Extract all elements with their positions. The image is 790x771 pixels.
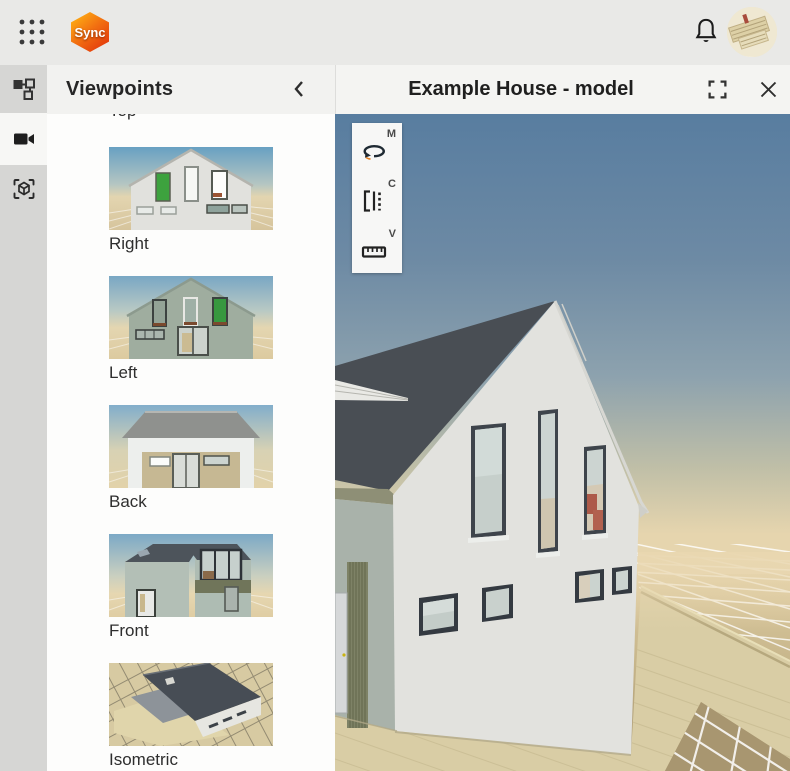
user-avatar[interactable] <box>727 7 777 57</box>
orbit-shortcut-key: M <box>387 128 396 140</box>
app-window: Sync <box>0 0 790 771</box>
viewpoint-item-left[interactable]: Left <box>109 276 273 383</box>
cube-3d-icon <box>12 177 36 201</box>
viewpoint-label: Isometric <box>109 750 273 770</box>
viewpoint-label: Left <box>109 363 273 383</box>
viewpoints-list: Top <box>47 114 335 771</box>
viewpoint-item-front[interactable]: Front <box>109 534 273 641</box>
orbit-icon <box>361 139 387 163</box>
notifications-button[interactable] <box>691 17 721 49</box>
viewpoint-label: Right <box>109 234 273 254</box>
viewpoint-thumbnail-isometric <box>109 663 273 746</box>
sidebar-item-viewpoints[interactable] <box>0 113 47 165</box>
viewer-toolbar: M C V <box>352 123 402 273</box>
measure-shortcut-key: V <box>389 228 396 240</box>
viewpoint-item-top[interactable]: Top <box>109 114 273 121</box>
measure-tool-button[interactable]: V <box>352 223 402 273</box>
viewport-3d-scene[interactable] <box>335 114 790 771</box>
fullscreen-icon <box>707 79 728 100</box>
viewpoint-item-isometric[interactable]: Isometric <box>109 663 273 770</box>
close-viewer-button[interactable] <box>757 79 779 101</box>
viewpoints-title: Viewpoints <box>66 78 173 101</box>
section-shortcut-key: C <box>388 178 396 190</box>
measure-ruler-icon <box>361 239 387 263</box>
viewpoint-item-right[interactable]: Right <box>109 147 273 254</box>
viewpoint-thumbnail-front <box>109 534 273 617</box>
viewer-panel: Example House - model <box>335 65 790 771</box>
chevron-left-icon <box>292 79 306 99</box>
viewpoint-label: Front <box>109 621 273 641</box>
notification-bell-icon <box>692 17 720 47</box>
collapse-panel-button[interactable] <box>289 79 309 101</box>
sync-logo-text: Sync <box>74 25 105 40</box>
sidebar-item-3d-model[interactable] <box>0 165 47 213</box>
viewer-header: Example House - model <box>335 65 790 114</box>
viewpoint-label: Back <box>109 492 273 512</box>
viewpoint-label: Top <box>109 114 273 121</box>
sync-logo[interactable]: Sync <box>71 12 109 52</box>
close-icon <box>758 79 779 100</box>
viewpoints-panel: Viewpoints Top <box>47 65 335 771</box>
viewport-3d[interactable]: M C V <box>335 114 790 771</box>
topbar: Sync <box>0 0 790 65</box>
orbit-tool-button[interactable]: M <box>352 123 402 173</box>
avatar-model-image <box>727 7 777 57</box>
fullscreen-button[interactable] <box>706 79 728 101</box>
apps-grid-icon <box>17 17 47 47</box>
viewpoint-thumbnail-left <box>109 276 273 359</box>
section-tool-button[interactable]: C <box>352 173 402 223</box>
section-plane-icon <box>361 189 385 213</box>
viewpoint-thumbnail-right <box>109 147 273 230</box>
sidebar-item-model-tree[interactable] <box>0 65 47 113</box>
tree-structure-icon <box>12 77 36 101</box>
viewer-title: Example House - model <box>336 78 706 101</box>
viewpoint-item-back[interactable]: Back <box>109 405 273 512</box>
viewpoint-thumbnail-back <box>109 405 273 488</box>
apps-grid-menu-button[interactable] <box>15 15 49 49</box>
left-sidebar <box>0 65 47 771</box>
viewpoints-header: Viewpoints <box>47 65 335 114</box>
video-camera-icon <box>12 127 36 151</box>
